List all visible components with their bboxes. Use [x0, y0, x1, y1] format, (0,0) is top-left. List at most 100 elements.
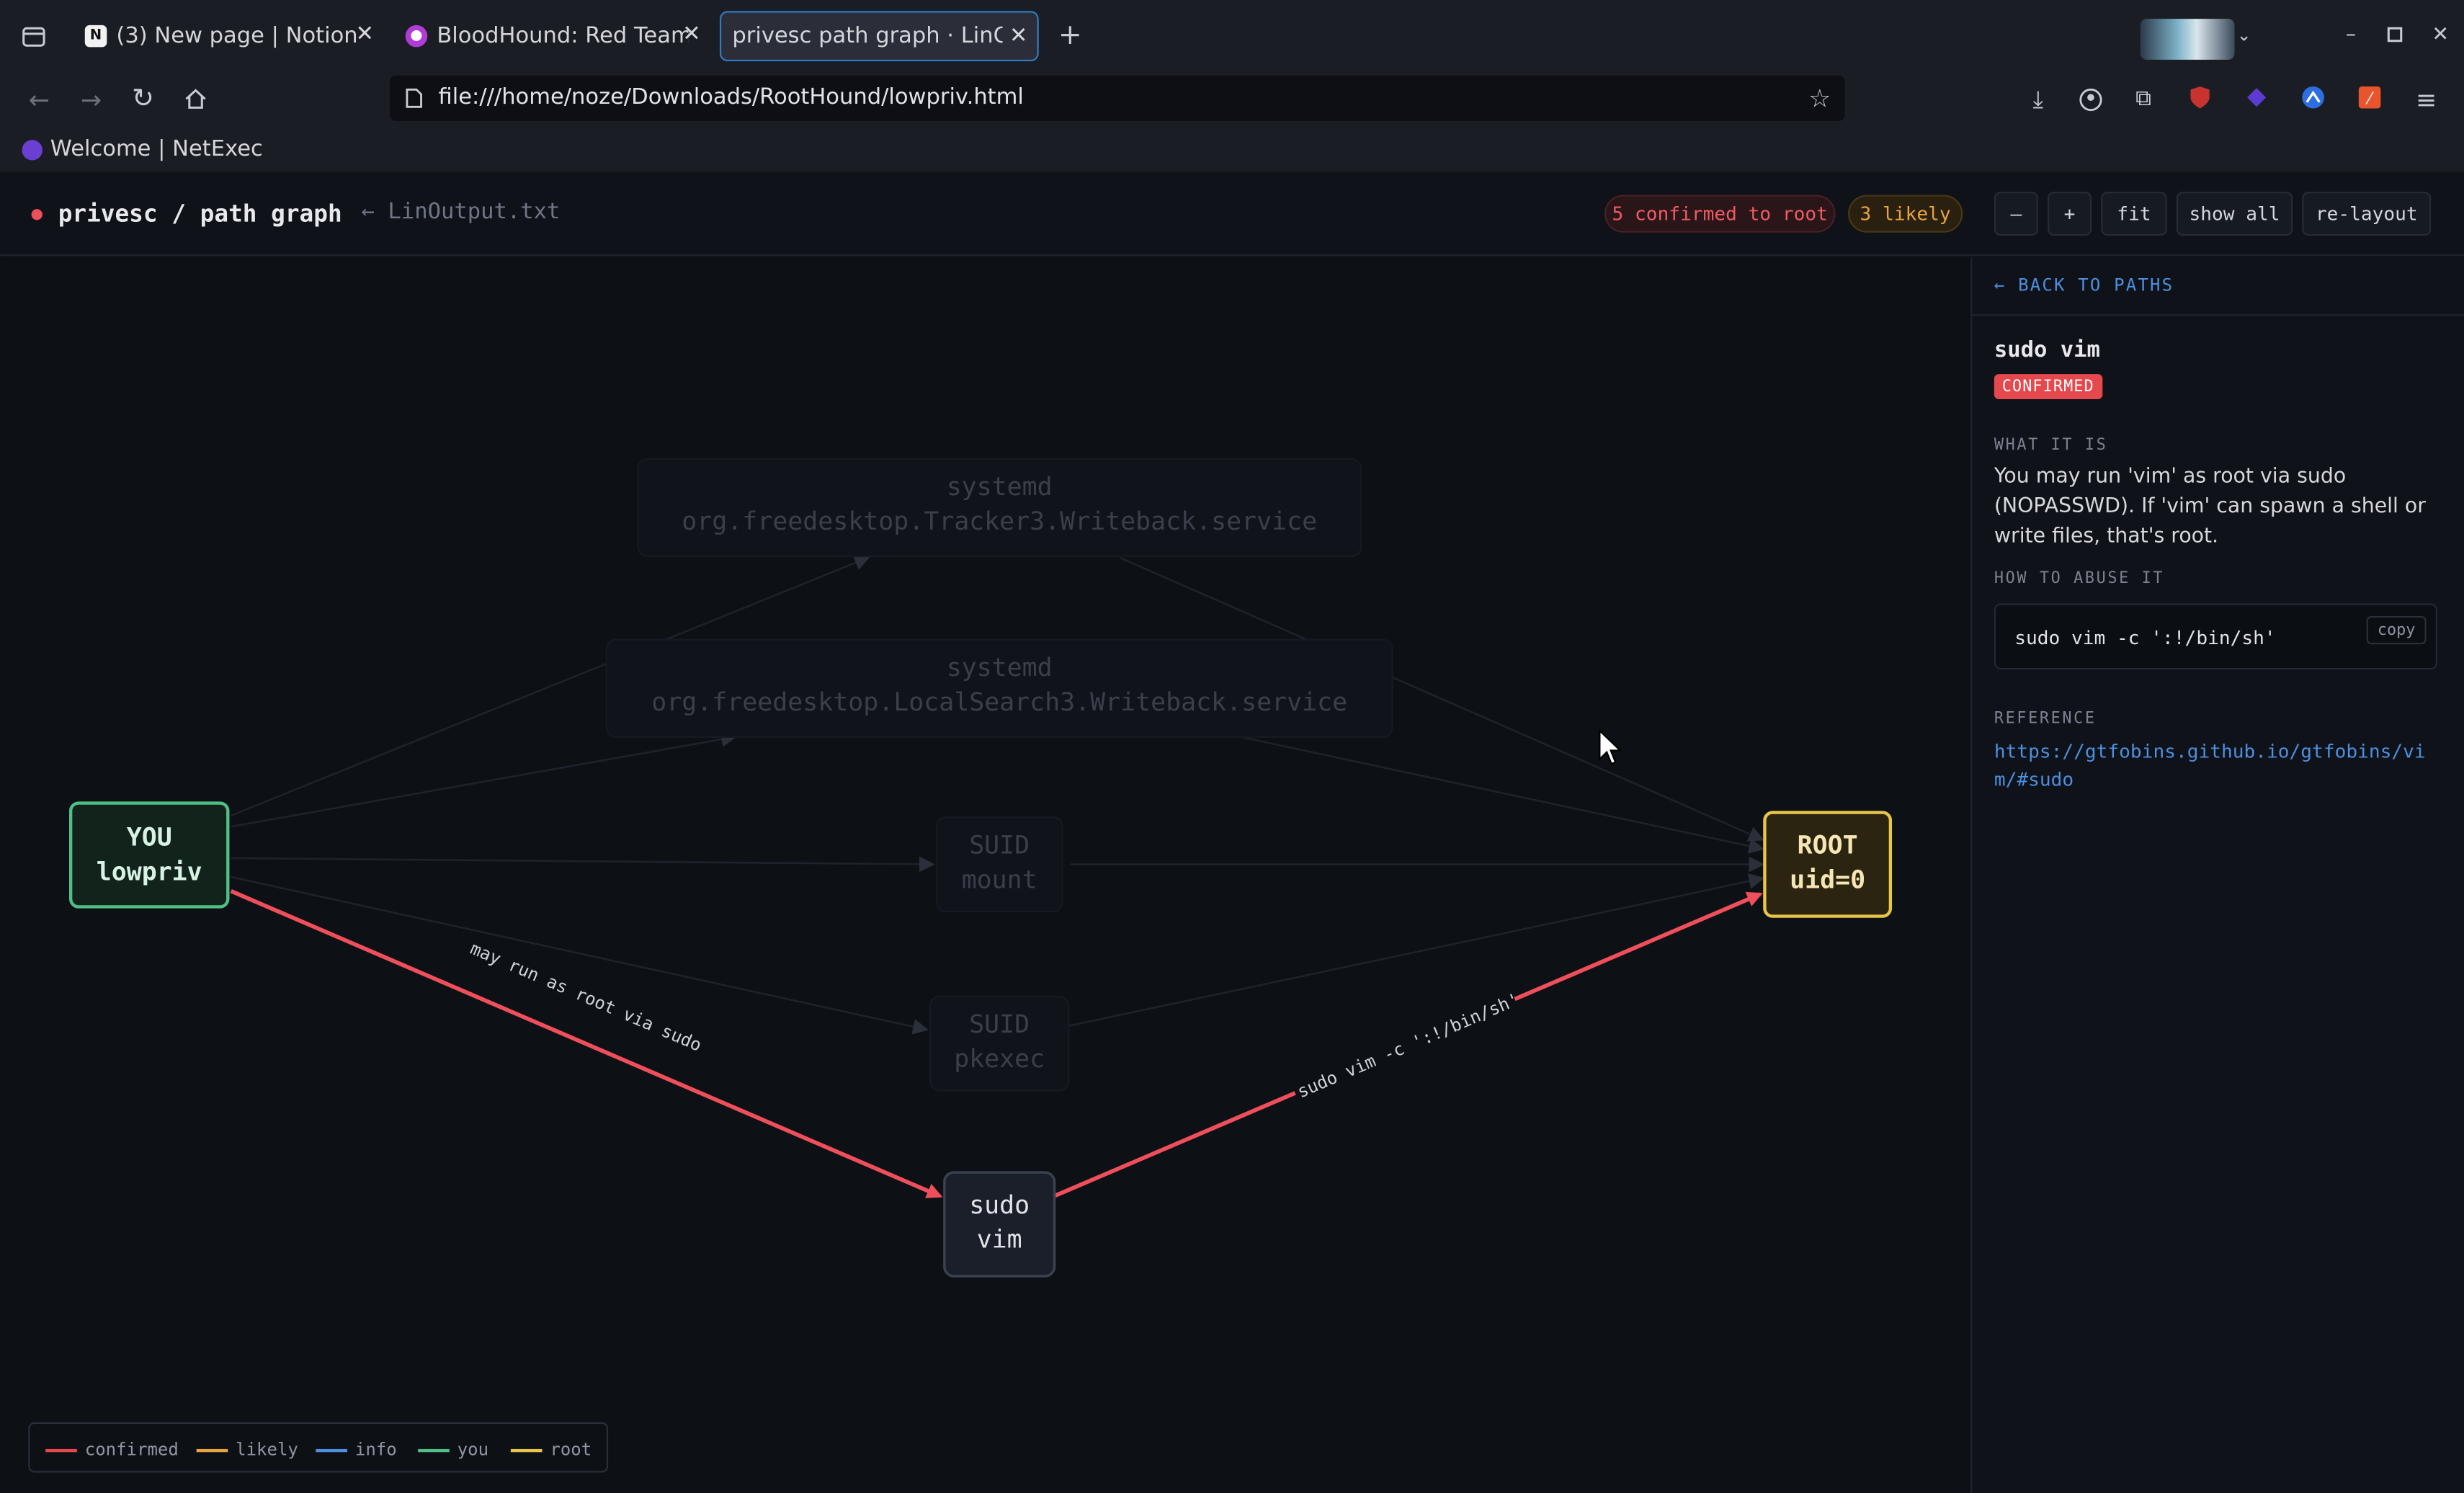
tab-overview-icon[interactable] [19, 22, 47, 50]
edge-label-vim-root: sudo vim -c ':!/bin/sh' [1294, 989, 1522, 1102]
divider [1972, 314, 2464, 316]
netexec-icon [22, 139, 43, 160]
graph-canvas[interactable]: systemd org.freedesktop.Tracker3.Writeba… [4, 257, 1969, 1493]
edge-localsearch-root [1241, 736, 1765, 854]
profile-avatar[interactable] [2140, 19, 2235, 60]
detail-panel: ← BACK TO PATHS sudo vim CONFIRMED WHAT … [1970, 257, 2464, 1493]
page-info-icon[interactable] [402, 86, 424, 109]
back-to-paths-link[interactable]: ← BACK TO PATHS [1994, 275, 2174, 295]
extension-blue-icon[interactable] [2299, 84, 2327, 112]
bookmark-label: Welcome | NetExec [50, 136, 263, 162]
node-pkexec-line1: SUID [969, 1010, 1030, 1039]
command-box: sudo vim -c ':!/bin/sh' copy [1994, 603, 2437, 670]
bookmark-netexec[interactable]: Welcome | NetExec [22, 137, 263, 162]
chevron-down-icon[interactable]: ⌄ [2233, 24, 2255, 46]
extensions-icon[interactable]: ⧉ [2129, 85, 2157, 113]
legend-swatch [418, 1448, 450, 1452]
legend-label: info [354, 1439, 397, 1461]
source-file: ← LinOutput.txt [361, 199, 561, 225]
node-tracker-line2: org.freedesktop.Tracker3.Writeback.servi… [682, 507, 1317, 536]
confirmed-count-badge: 5 confirmed to root [1604, 195, 1836, 233]
menu-icon[interactable]: ≡ [2412, 84, 2440, 114]
reload-icon[interactable]: ↻ [129, 84, 157, 115]
tab-privesc-graph[interactable]: privesc path graph · LinOutpu ✕ [719, 11, 1039, 62]
legend-label: likely [236, 1439, 298, 1461]
close-window-icon[interactable]: ✕ [2429, 23, 2452, 47]
app-header: privesc / path graph ← LinOutput.txt 5 c… [0, 172, 2464, 257]
node-mount-line1: SUID [969, 831, 1030, 860]
home-icon[interactable] [181, 85, 209, 113]
tab-notion[interactable]: N (3) New page | Notion ✕ [76, 11, 383, 61]
show-all-button[interactable]: show all [2176, 192, 2293, 236]
page-title: privesc / path graph [31, 200, 342, 228]
edge-pkexec-root [1066, 873, 1765, 1028]
edge-you-localsearch [231, 731, 737, 828]
notion-icon: N [84, 24, 107, 48]
legend-item-confirmed: confirmed [45, 1440, 179, 1460]
node-sudo-vim-line2: vim [977, 1226, 1022, 1254]
minimize-icon[interactable]: – [2342, 23, 2360, 47]
back-arrow-icon[interactable]: ← [25, 84, 53, 114]
zoom-in-button[interactable]: + [2047, 192, 2092, 236]
legend-item-root: root [510, 1439, 592, 1461]
legend-swatch [316, 1448, 348, 1452]
copy-button[interactable]: copy [2366, 615, 2427, 645]
graph-svg: systemd org.freedesktop.Tracker3.Writeba… [68, 458, 1893, 1278]
extension-purple-icon[interactable] [2242, 84, 2270, 112]
downloads-icon[interactable]: ⤓ [2024, 85, 2052, 113]
maximize-icon[interactable] [2385, 25, 2404, 44]
new-tab-icon[interactable]: + [1056, 18, 1084, 51]
edge-you-mount [231, 856, 935, 873]
node-you-line2: lowpriv [97, 857, 202, 886]
node-sudo-vim[interactable]: sudo vim [943, 1171, 1056, 1278]
close-tab-icon[interactable]: ✕ [356, 22, 375, 48]
reference-link[interactable]: https://gtfobins.github.io/gtfobins/vim/… [1994, 737, 2444, 794]
likely-count-badge: 3 likely [1847, 195, 1963, 233]
forward-arrow-icon[interactable]: → [77, 84, 105, 114]
legend-swatch [45, 1448, 77, 1452]
bookmark-star-icon[interactable]: ☆ [1807, 83, 1832, 112]
tab-bloodhound[interactable]: ● BloodHound: Red Team T ✕ [396, 11, 710, 61]
url-bar[interactable]: file:///home/noze/Downloads/RootHound/lo… [389, 75, 1845, 121]
legend-label: root [550, 1439, 592, 1461]
node-you[interactable]: YOU lowpriv [68, 801, 230, 909]
legend-label: confirmed [84, 1439, 179, 1461]
graph-legend: confirmed likely info you root [28, 1422, 609, 1473]
edge-you-sudo-vim[interactable] [230, 889, 943, 1198]
node-localsearch-line1: systemd [947, 654, 1053, 682]
node-tracker-line1: systemd [947, 473, 1053, 502]
close-tab-icon[interactable]: ✕ [682, 22, 701, 48]
mouse-cursor-icon [1598, 728, 1623, 773]
tab-title: (3) New page | Notion [116, 23, 358, 49]
status-badge: CONFIRMED [1994, 374, 2102, 399]
section-label-what: WHAT IT IS [1994, 437, 2108, 455]
node-sudo-vim-line1: sudo [969, 1191, 1030, 1220]
abuse-command[interactable]: sudo vim -c ':!/bin/sh' [2014, 627, 2275, 649]
what-it-is-text: You may run 'vim' as root via sudo (NOPA… [1994, 465, 2426, 549]
node-root[interactable]: ROOT uid=0 [1763, 811, 1893, 918]
panel-title: sudo vim [1994, 337, 2100, 363]
node-you-line1: YOU [127, 823, 172, 852]
node-pkexec-line2: pkexec [954, 1045, 1045, 1074]
bloodhound-icon: ● [405, 24, 428, 48]
bookmarks-bar: Welcome | NetExec [0, 128, 2464, 173]
tab-title: BloodHound: Red Team T [437, 23, 689, 49]
close-tab-icon[interactable]: ✕ [1009, 24, 1028, 49]
account-icon[interactable] [2076, 85, 2104, 113]
legend-item-you: you [418, 1440, 488, 1460]
section-label-reference: REFERENCE [1994, 710, 2097, 728]
tab-title: privesc path graph · LinOutpu [732, 23, 1002, 49]
faded-nodes: systemd org.freedesktop.Tracker3.Writeba… [605, 458, 1393, 1092]
legend-swatch [196, 1448, 228, 1452]
legend-item-info: info [316, 1439, 397, 1461]
extension-burp-icon[interactable]: ⁄ [2355, 84, 2383, 112]
extension-shield-icon[interactable] [2186, 84, 2214, 112]
browser-tab-strip: N (3) New page | Notion ✕ ● BloodHound: … [0, 0, 2464, 69]
fit-button[interactable]: fit [2101, 192, 2167, 236]
re-layout-button[interactable]: re-layout [2302, 192, 2432, 236]
node-root-line1: ROOT [1798, 831, 1858, 860]
faded-edges [231, 555, 1765, 1035]
zoom-out-button[interactable]: – [1994, 192, 2038, 236]
legend-swatch [510, 1448, 543, 1452]
url-text: file:///home/noze/Downloads/RootHound/lo… [438, 84, 1024, 110]
